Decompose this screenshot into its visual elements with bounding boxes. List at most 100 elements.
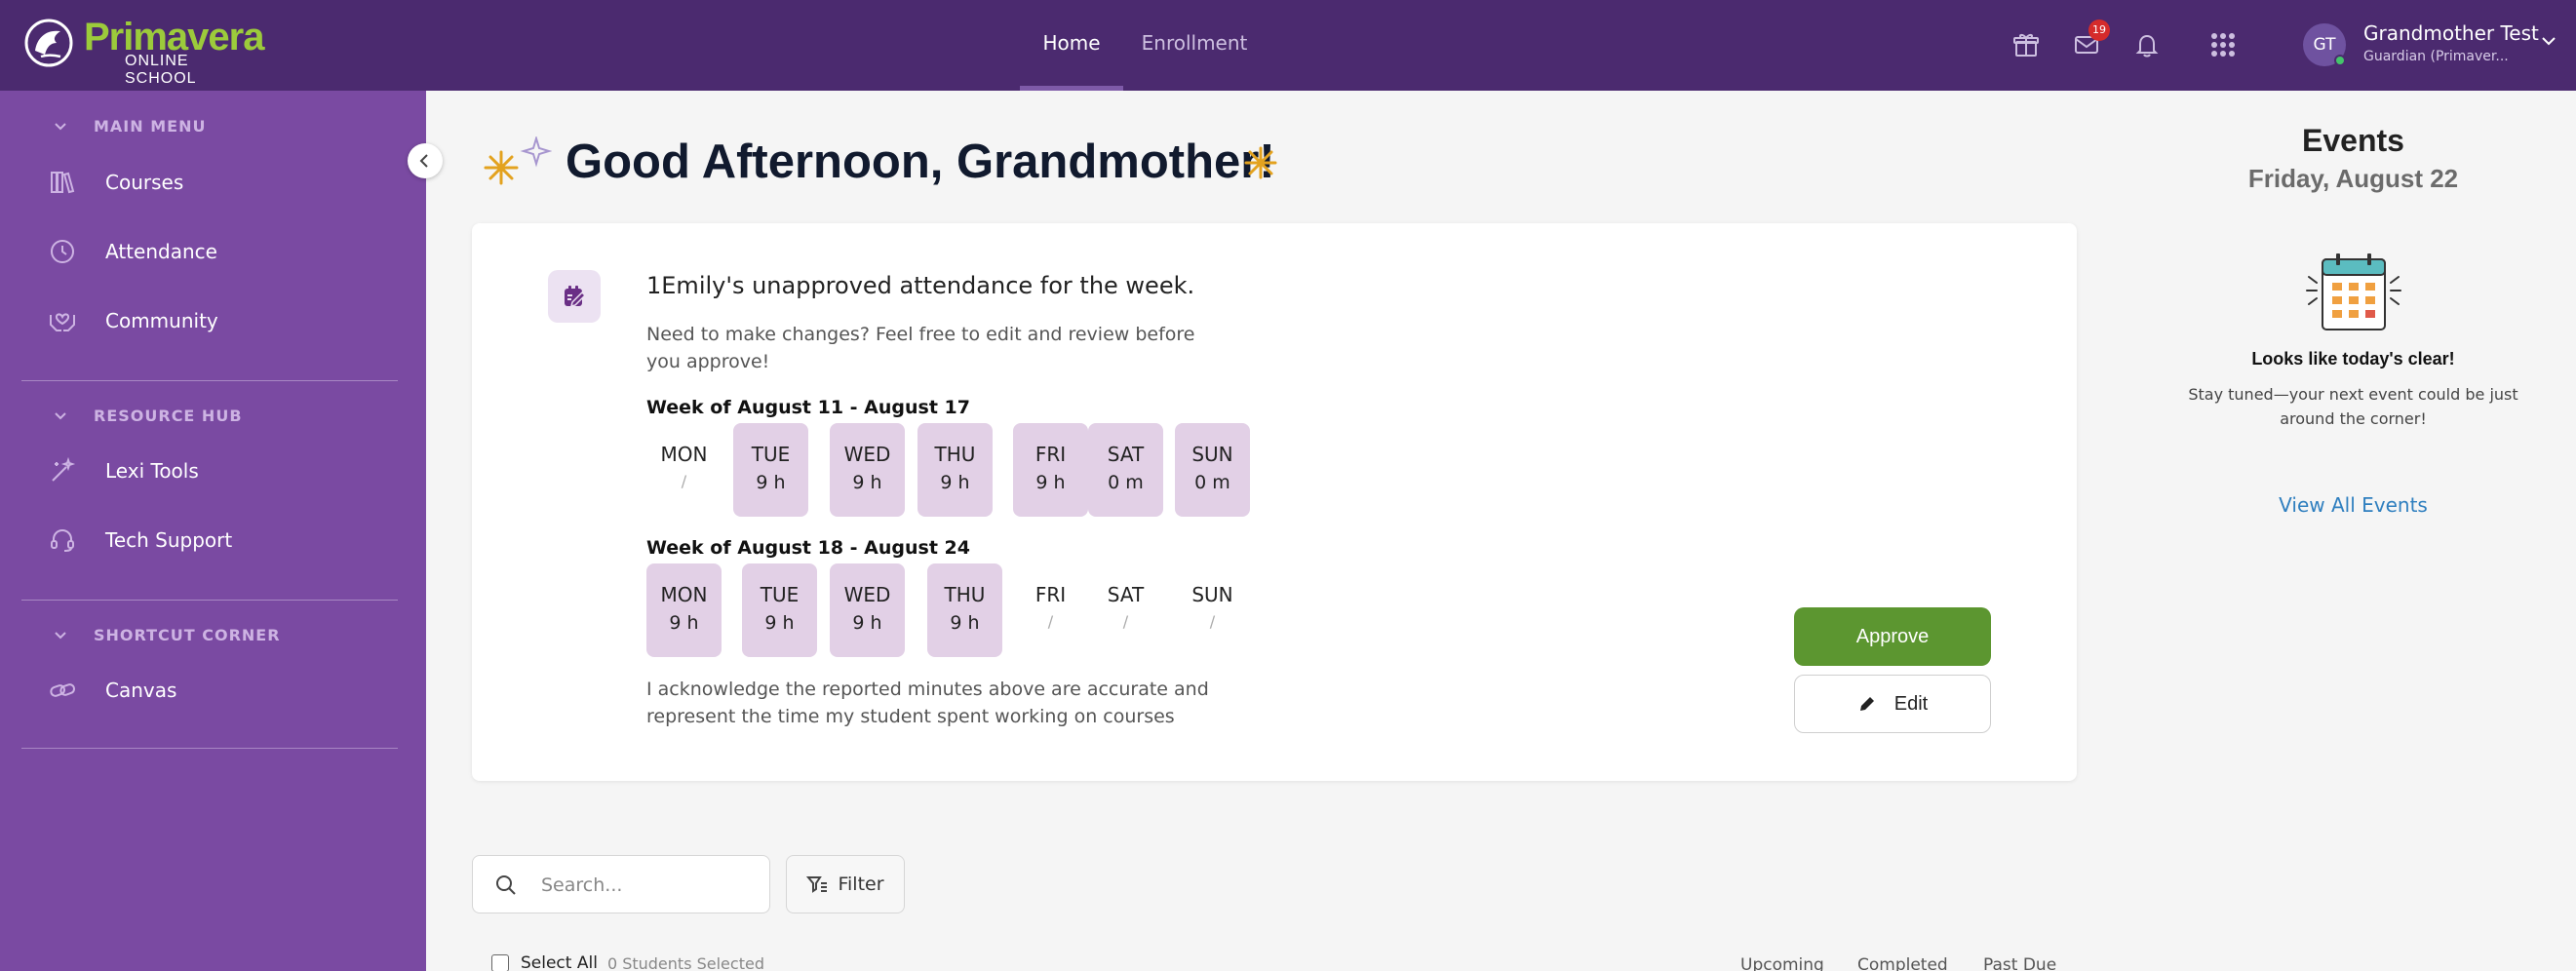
- day-hours: /: [681, 472, 687, 490]
- sidebar-item-tech-support[interactable]: Tech Support: [47, 521, 417, 560]
- week-label: Week of August 11 - August 17: [646, 397, 970, 418]
- user-role: Guardian (Primaver...: [2363, 49, 2509, 64]
- tab-enrollment[interactable]: Enrollment: [1137, 0, 1252, 91]
- sidebar-divider: [21, 748, 398, 749]
- day-name: TUE: [760, 583, 800, 606]
- select-all-checkbox[interactable]: [491, 954, 509, 971]
- collapse-sidebar-button[interactable]: [408, 143, 443, 178]
- sparkle-icon: [484, 136, 552, 185]
- search-input[interactable]: [541, 870, 756, 901]
- day-hours: /: [1209, 612, 1216, 631]
- bell-icon[interactable]: [2127, 25, 2166, 64]
- day-cell-wed: WED 9 h: [830, 563, 905, 657]
- section-main-menu[interactable]: MAIN MENU: [51, 114, 206, 137]
- day-cell-sat: SAT 0 m: [1088, 423, 1163, 517]
- chevron-down-icon[interactable]: [2539, 31, 2558, 51]
- user-name[interactable]: Grandmother Test: [2363, 21, 2539, 45]
- search-box[interactable]: [472, 855, 770, 913]
- day-cell-fri: FRI /: [1013, 563, 1088, 657]
- section-title: RESOURCE HUB: [94, 406, 243, 425]
- attendance-edit-icon: [548, 270, 601, 323]
- day-hours: 9 h: [852, 612, 882, 634]
- sidebar-item-label: Attendance: [105, 240, 217, 263]
- day-hours: 9 h: [764, 612, 795, 634]
- acknowledgement-text: I acknowledge the reported minutes above…: [646, 679, 1209, 727]
- hands-heart-icon: [47, 305, 78, 336]
- day-name: SUN: [1191, 583, 1233, 606]
- day-name: SAT: [1107, 583, 1145, 606]
- sidebar-item-label: Courses: [105, 171, 184, 194]
- section-title: MAIN MENU: [94, 116, 207, 136]
- day-cell-wed: WED 9 h: [830, 423, 905, 517]
- day-name: FRI: [1034, 443, 1067, 466]
- filter-button[interactable]: Filter: [786, 855, 905, 913]
- calendar-illustration-icon: [2306, 253, 2401, 330]
- selected-count: 0 Students Selected: [606, 953, 764, 971]
- day-hours: /: [1122, 612, 1129, 631]
- day-name: SAT: [1107, 443, 1145, 466]
- view-all-events-link[interactable]: View All Events: [2184, 493, 2522, 517]
- events-date: Friday, August 22: [2247, 164, 2459, 193]
- tab-past-due[interactable]: Past Due: [1983, 955, 2056, 971]
- link-icon: [47, 675, 78, 706]
- pencil-icon: [1859, 697, 1874, 711]
- filter-label: Filter: [838, 874, 884, 895]
- day-name: THU: [944, 583, 986, 606]
- day-cell-mon: MON 9 h: [646, 563, 722, 657]
- day-name: WED: [843, 443, 891, 466]
- attendance-description: Need to make changes? Feel free to edit …: [646, 324, 1195, 372]
- day-hours: 9 h: [940, 472, 970, 493]
- tab-completed[interactable]: Completed: [1857, 955, 1948, 971]
- sidebar-item-label: Lexi Tools: [105, 459, 199, 483]
- sidebar-item-community[interactable]: Community: [47, 301, 417, 340]
- day-hours: 0 m: [1108, 472, 1144, 493]
- section-resource-hub[interactable]: RESOURCE HUB: [51, 404, 243, 427]
- week-label: Week of August 18 - August 24: [646, 537, 970, 559]
- attendance-approval-card: 1Emily's unapproved attendance for the w…: [472, 223, 2077, 781]
- events-empty-text: Stay tuned—your next event could be just…: [2188, 385, 2518, 428]
- section-title: SHORTCUT CORNER: [94, 625, 281, 644]
- tab-upcoming[interactable]: Upcoming: [1740, 955, 1824, 971]
- panther-logo-icon: [24, 19, 73, 67]
- user-avatar[interactable]: GT: [2303, 23, 2346, 66]
- day-cell-tue: TUE 9 h: [742, 563, 817, 657]
- select-all-label[interactable]: Select All: [521, 953, 598, 971]
- section-shortcut-corner[interactable]: SHORTCUT CORNER: [51, 623, 281, 646]
- sidebar-item-lexi-tools[interactable]: Lexi Tools: [47, 451, 417, 490]
- day-cell-fri: FRI 9 h: [1013, 423, 1088, 517]
- events-empty-title: Looks like today's clear!: [2251, 349, 2455, 369]
- day-cell-thu: THU 9 h: [927, 563, 1002, 657]
- clock-icon: [47, 236, 78, 267]
- mail-badge: 19: [2088, 19, 2110, 41]
- headset-icon: [47, 524, 78, 556]
- tab-home[interactable]: Home: [1020, 0, 1123, 91]
- mail-icon[interactable]: 19: [2067, 19, 2110, 64]
- day-cell-sun: SUN 0 m: [1175, 423, 1250, 517]
- chevron-down-icon: [55, 412, 66, 420]
- sidebar-item-attendance[interactable]: Attendance: [47, 232, 417, 271]
- day-hours: 0 m: [1194, 472, 1230, 493]
- approve-label: Approve: [1855, 625, 1930, 647]
- sidebar-item-canvas[interactable]: Canvas: [47, 671, 417, 710]
- edit-button[interactable]: Edit: [1794, 675, 1991, 733]
- approve-button[interactable]: Approve: [1794, 607, 1991, 666]
- day-hours: /: [1047, 612, 1054, 631]
- online-status-dot: [2334, 55, 2346, 66]
- filter-icon: [806, 876, 828, 893]
- day-name: SUN: [1191, 443, 1233, 466]
- day-hours: 9 h: [756, 472, 786, 493]
- day-name: THU: [934, 443, 976, 466]
- primavera-logo[interactable]: Primavera ONLINE SCHOOL: [23, 16, 264, 87]
- brand-subtitle: ONLINE SCHOOL: [125, 53, 197, 87]
- chevron-down-icon: [55, 123, 66, 131]
- day-hours: 9 h: [950, 612, 980, 634]
- chevron-down-icon: [55, 632, 66, 640]
- sidebar-item-label: Community: [105, 309, 218, 332]
- day-name: TUE: [751, 443, 791, 466]
- select-all-row: Select All 0 Students Selected: [491, 953, 764, 971]
- day-name: WED: [843, 583, 891, 606]
- gift-icon[interactable]: [2007, 25, 2046, 64]
- apps-grid-icon[interactable]: [2204, 25, 2243, 64]
- sidebar-item-courses[interactable]: Courses: [47, 163, 417, 202]
- user-initials: GT: [2313, 35, 2336, 55]
